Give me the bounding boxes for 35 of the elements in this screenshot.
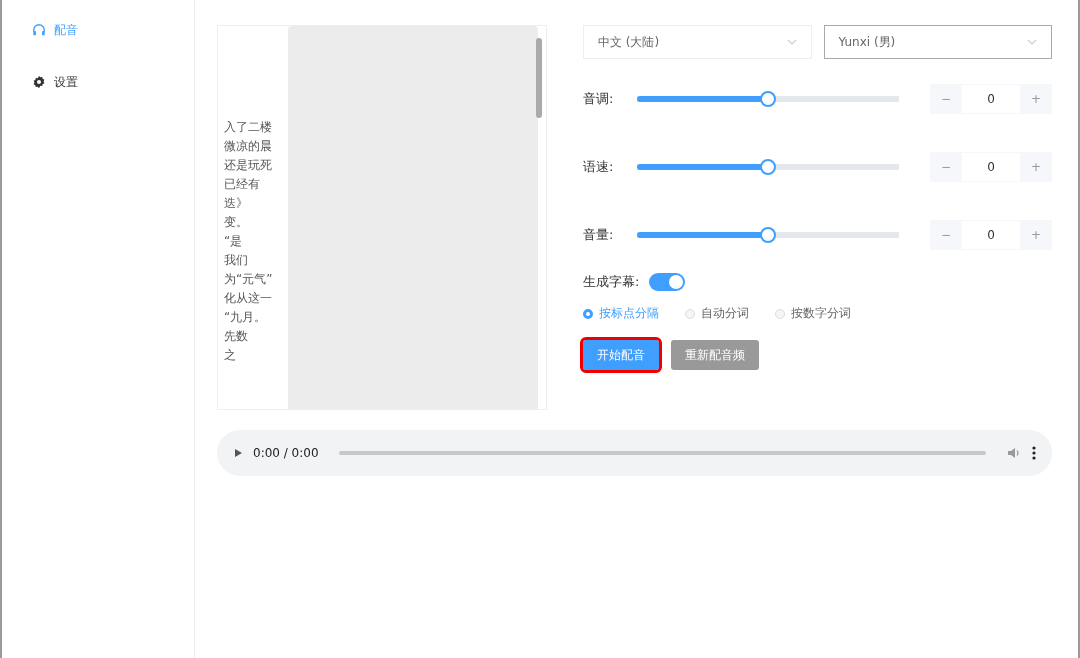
subtitle-label: 生成字幕: <box>583 273 640 291</box>
dropdown-select[interactable]: Yunxi (男) <box>823 25 1052 59</box>
dropdown-select[interactable]: 中文 (大陆) <box>583 25 812 59</box>
text-line: 我们 <box>224 252 248 269</box>
volume-icon[interactable] <box>1006 445 1022 461</box>
text-line: 已经有 <box>224 176 260 193</box>
radio-option[interactable]: 按数字分词 <box>775 305 851 322</box>
text-line: “是 <box>224 233 243 250</box>
text-line: 之 <box>224 347 236 364</box>
number-stepper[interactable]: − 0 + <box>930 84 1052 114</box>
text-line: 迭》 <box>224 195 248 212</box>
text-line: 为“元气” <box>224 271 273 288</box>
chevron-icon <box>1027 39 1037 45</box>
play-icon[interactable] <box>233 448 243 458</box>
headphones-icon <box>32 23 46 37</box>
text-line: 微凉的晨 <box>224 138 272 155</box>
text-line: 变。 <box>224 214 248 231</box>
text-line: 先数 <box>224 328 248 345</box>
text-line: “九月。 <box>224 309 267 326</box>
number-stepper[interactable]: − 0 + <box>930 220 1052 250</box>
time-display: 0:00 / 0:00 <box>253 446 319 460</box>
slider-label: 语速: <box>583 158 615 176</box>
text-line: 还是玩死 <box>224 157 272 174</box>
gear-icon <box>32 75 46 89</box>
slider-label: 音量: <box>583 226 615 244</box>
text-line: 化从这一 <box>224 290 272 307</box>
sidebar-item[interactable]: 设置 <box>2 72 78 92</box>
toggle-switch[interactable] <box>649 273 686 291</box>
text-area[interactable]: 入了二楼 微凉的晨 还是玩死 已经有 迭》 变。 “是 我们 为“元气” 化从这一 “九月。 先数 之 <box>217 25 547 410</box>
radio-option[interactable]: 自动分词 <box>685 305 749 322</box>
text-line: 入了二楼 <box>224 119 272 136</box>
chevron-icon <box>786 39 797 45</box>
number-stepper[interactable]: − 0 + <box>930 152 1052 182</box>
more-icon[interactable] <box>1032 445 1036 461</box>
slider-label: 音调: <box>583 90 615 108</box>
